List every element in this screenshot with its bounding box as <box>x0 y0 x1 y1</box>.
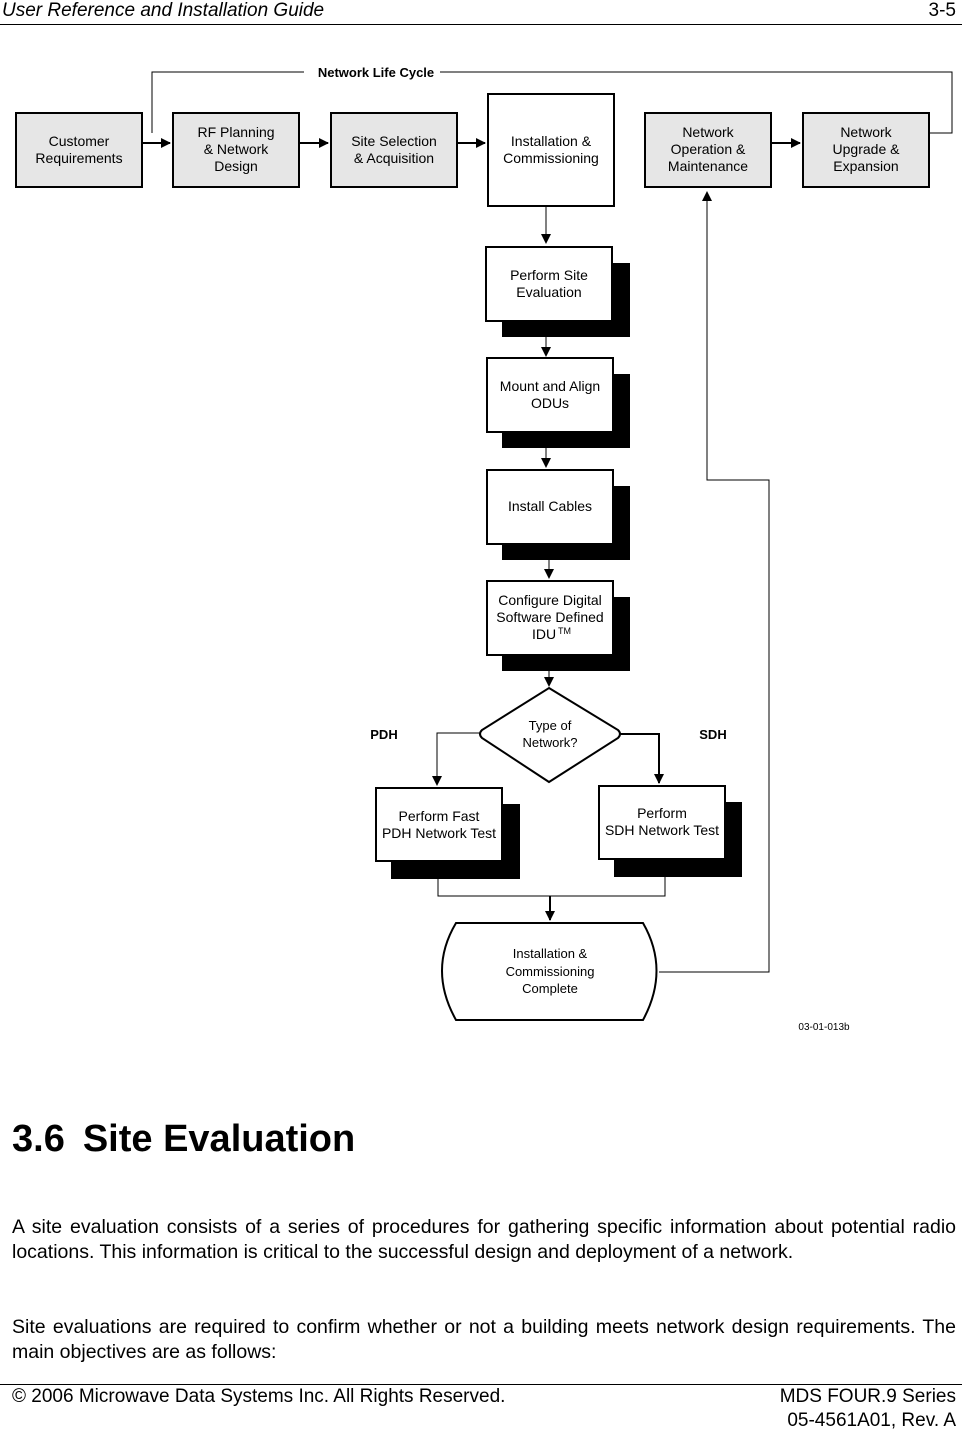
step-label-line: SDH Network Test <box>605 822 719 838</box>
terminal-label-line: Complete <box>522 981 578 996</box>
merge-line <box>437 877 666 897</box>
step-pdh-network-test: Perform Fast PDH Network Test <box>375 787 520 879</box>
box-label-line: Network <box>840 124 892 140</box>
section-heading: 3.6 Site Evaluation <box>12 1118 355 1161</box>
header-title: User Reference and Installation Guide <box>2 0 325 21</box>
step-sdh-network-test: Perform SDH Network Test <box>598 785 742 877</box>
step-label-line: Software Defined <box>496 609 603 625</box>
box-label-line: Customer <box>49 133 110 149</box>
box-label-line: Operation & <box>671 141 746 157</box>
box-label-line: & Network <box>204 141 270 157</box>
section-title: Site Evaluation <box>82 1118 356 1160</box>
box-installation-commissioning: Installation & Commissioning <box>487 93 615 207</box>
step-label-line: Perform Site <box>510 267 588 283</box>
step-label-line: Perform <box>637 805 687 821</box>
header-rule <box>0 24 962 25</box>
box-label-line: Site Selection <box>351 133 437 149</box>
section-number: 3.6 <box>12 1118 65 1160</box>
footer-product: MDS FOUR.9 Series <box>779 1386 956 1407</box>
box-customer-requirements: Customer Requirements <box>15 112 143 188</box>
terminal-label-line: Installation & <box>513 946 588 961</box>
footer-doc-number: 05-4561A01, Rev. A <box>787 1410 956 1431</box>
box-network-upgrade: Network Upgrade & Expansion <box>802 112 930 188</box>
step-label-line: IDU <box>532 626 556 642</box>
footer-rule <box>0 1384 962 1385</box>
box-label-line: Upgrade & <box>833 141 901 157</box>
step-install-cables: Install Cables <box>486 469 630 560</box>
paragraph: Site evaluations are required to confirm… <box>12 1316 956 1363</box>
terminal-complete: Installation & Commissioning Complete <box>441 922 658 1021</box>
step-label-line: Perform Fast <box>399 808 480 824</box>
figure-id: 03-01-013b <box>798 1022 850 1033</box>
branch-label-sdh: SDH <box>699 727 726 742</box>
step-perform-site-evaluation: Perform Site Evaluation <box>485 246 630 337</box>
step-label-line: Mount and Align <box>500 378 600 394</box>
step-label-line: ODUs <box>531 395 569 411</box>
box-rf-planning: RF Planning & Network Design <box>172 112 300 188</box>
network-life-cycle-diagram: Network Life Cycle Customer Requirements… <box>15 65 953 1033</box>
paragraph: A site evaluation consists of a series o… <box>12 1216 956 1263</box>
box-label-line: Installation & <box>511 133 592 149</box>
decision-label-line: Network? <box>523 735 578 750</box>
branch-label-pdh: PDH <box>370 727 397 742</box>
box-label-line: Commissioning <box>503 150 599 166</box>
box-site-selection: Site Selection & Acquisition <box>330 112 458 188</box>
box-label-line: & Acquisition <box>354 150 434 166</box>
loop-label: Network Life Cycle <box>318 65 434 80</box>
box-label-line: Design <box>214 158 258 174</box>
box-label-line: RF Planning <box>197 124 274 140</box>
box-label-line: Network <box>682 124 734 140</box>
terminal-label-line: Commissioning <box>506 964 595 979</box>
step-mount-align-odus: Mount and Align ODUs <box>486 357 630 448</box>
arrow-sdh <box>621 733 664 784</box>
step-label-line: Configure Digital <box>498 592 602 608</box>
decision-label-line: Type of <box>529 718 572 733</box>
arrow-pdh <box>432 732 480 786</box>
box-label-line: Maintenance <box>668 158 748 174</box>
step-configure-idu: Configure Digital Software Defined IDU T… <box>486 580 630 671</box>
step-label-line: Install Cables <box>508 498 592 514</box>
trademark-superscript: TM <box>558 626 571 636</box>
box-network-operation: Network Operation & Maintenance <box>644 112 772 188</box>
box-label-line: Expansion <box>833 158 898 174</box>
step-label-line: Evaluation <box>516 284 581 300</box>
box-label-line: Requirements <box>35 150 122 166</box>
header-page-number: 3-5 <box>928 0 956 21</box>
decision-network-type: Type of Network? <box>479 686 621 784</box>
footer-copyright: © 2006 Microwave Data Systems Inc. All R… <box>12 1386 506 1407</box>
step-label-line: PDH Network Test <box>382 825 496 841</box>
